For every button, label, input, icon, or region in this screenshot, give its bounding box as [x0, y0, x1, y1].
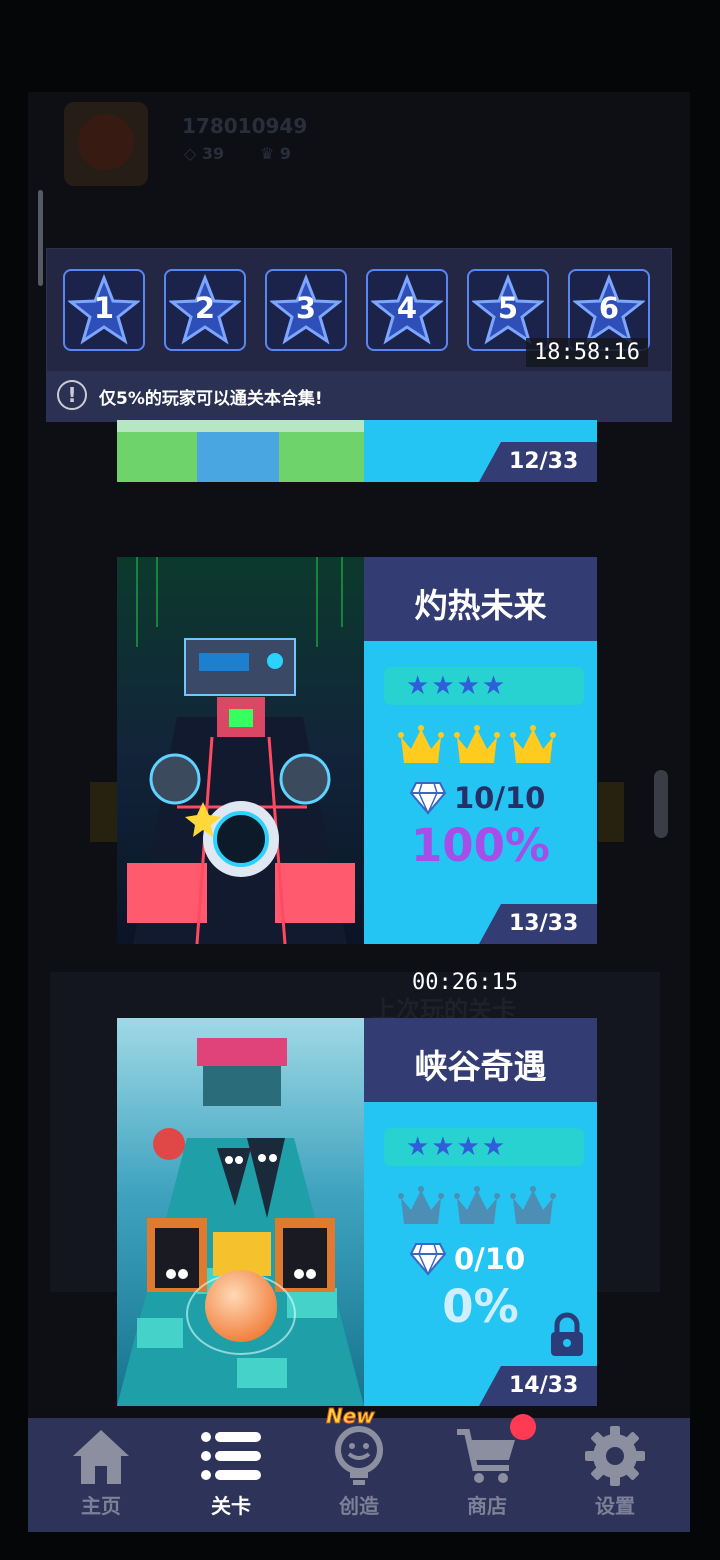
- bg-button: [598, 782, 624, 842]
- collection-level-number: 1: [93, 291, 115, 325]
- nav-label: 创造: [339, 1494, 379, 1518]
- nav-item-create[interactable]: 创造: [294, 1418, 424, 1532]
- home-icon: [73, 1430, 129, 1484]
- level-card-14[interactable]: 峡谷奇遇 ★★★★ 0/10 0% 14/33: [117, 1018, 597, 1406]
- lock-icon: [551, 1312, 583, 1356]
- level-title-bar: 峡谷奇遇: [364, 1018, 597, 1102]
- level-info-panel: 12/33: [364, 420, 597, 482]
- difficulty-stars: ★★★★: [384, 667, 584, 705]
- crown-icon: [398, 725, 444, 763]
- level-art-image: [117, 557, 364, 944]
- level-art-image: [117, 420, 364, 482]
- notification-dot: [510, 1414, 536, 1440]
- level-art: [117, 557, 364, 944]
- scrollbar[interactable]: [654, 770, 668, 838]
- progress-text: 12/33: [509, 449, 579, 474]
- alert-icon: !: [57, 380, 87, 410]
- level-title-bar: 灼热未来: [364, 557, 597, 641]
- star-icons: ★★★★: [406, 671, 508, 701]
- progress-tag: 13/33: [479, 904, 597, 944]
- diamond-icon: [410, 782, 446, 815]
- collection-notice: ! 仅5%的玩家可以通关本合集!: [47, 371, 671, 421]
- gem-count: ◇ 39: [184, 144, 225, 163]
- crown-count: ♛ 9: [260, 144, 292, 163]
- progress-tag: 12/33: [479, 442, 597, 482]
- crown-count-value: 9: [279, 144, 292, 163]
- level-title: 峡谷奇遇: [414, 1047, 547, 1086]
- scrollbar[interactable]: [38, 190, 43, 286]
- collection-level-4[interactable]: 4: [366, 269, 448, 351]
- gear-icon: [585, 1426, 645, 1486]
- bottom-nav: 主页 关卡 创造 商店 设置 New: [28, 1404, 690, 1532]
- crown-icon: [510, 1186, 556, 1224]
- collection-level-number: 6: [598, 291, 620, 325]
- crown-icon: [454, 725, 500, 763]
- nav-item-settings[interactable]: 设置: [550, 1418, 680, 1532]
- crown-icon: [454, 1186, 500, 1224]
- completion-percent: 100%: [410, 819, 551, 872]
- nav-label: 设置: [595, 1494, 635, 1518]
- cart-icon: [457, 1429, 515, 1483]
- progress-tag: 14/33: [479, 1366, 597, 1406]
- crown-icon: [510, 725, 556, 763]
- level-art: [117, 1018, 364, 1406]
- list-icon: [201, 1432, 261, 1480]
- level-card-12[interactable]: 12/33: [117, 420, 597, 482]
- nav-label: 关卡: [211, 1494, 251, 1518]
- progress-text: 13/33: [509, 911, 579, 936]
- avatar: [64, 102, 148, 186]
- nav-label: 商店: [467, 1494, 507, 1518]
- progress-text: 14/33: [509, 1373, 579, 1398]
- crown-rating: [398, 723, 568, 771]
- new-badge: New: [326, 1404, 376, 1429]
- timestamp-overlay: 00:26:15: [412, 970, 518, 995]
- diamond-icon: [410, 1243, 446, 1276]
- collection-level-number: 4: [396, 291, 418, 325]
- difficulty-stars: ★★★★: [384, 1128, 584, 1166]
- gem-count-value: 39: [201, 144, 225, 163]
- lightbulb-icon: [335, 1426, 383, 1485]
- level-card-13[interactable]: 灼热未来 ★★★★ 10/10 100% 13/33: [117, 557, 597, 944]
- star-icons: ★★★★: [406, 1132, 508, 1162]
- nav-label: 主页: [81, 1494, 121, 1518]
- nav-item-home[interactable]: 主页: [36, 1418, 166, 1532]
- collection-level-number: 2: [194, 291, 216, 325]
- level-art: [117, 420, 364, 482]
- collection-level-1[interactable]: 1: [63, 269, 145, 351]
- notice-text: 仅5%的玩家可以通关本合集!: [99, 389, 323, 409]
- level-info-panel: 峡谷奇遇 ★★★★ 0/10 0% 14/33: [364, 1018, 597, 1406]
- crown-icon: [398, 1186, 444, 1224]
- user-id: 178010949: [182, 114, 308, 138]
- nav-item-levels[interactable]: 关卡: [166, 1418, 296, 1532]
- level-title: 灼热未来: [414, 586, 547, 625]
- collection-header: 1 2 3 4 5 6 ! 仅5%的玩家可以通关本合集!: [46, 248, 672, 422]
- gem-count-text: 10/10: [454, 781, 546, 815]
- level-art-image: [117, 1018, 364, 1406]
- collection-level-number: 3: [295, 291, 317, 325]
- gem-count-text: 0/10: [454, 1242, 526, 1276]
- collection-level-number: 5: [497, 291, 519, 325]
- collection-level-3[interactable]: 3: [265, 269, 347, 351]
- timestamp-overlay: 18:58:16: [526, 338, 648, 367]
- crown-rating: [398, 1184, 568, 1232]
- level-info-panel: 灼热未来 ★★★★ 10/10 100% 13/33: [364, 557, 597, 944]
- collection-level-2[interactable]: 2: [164, 269, 246, 351]
